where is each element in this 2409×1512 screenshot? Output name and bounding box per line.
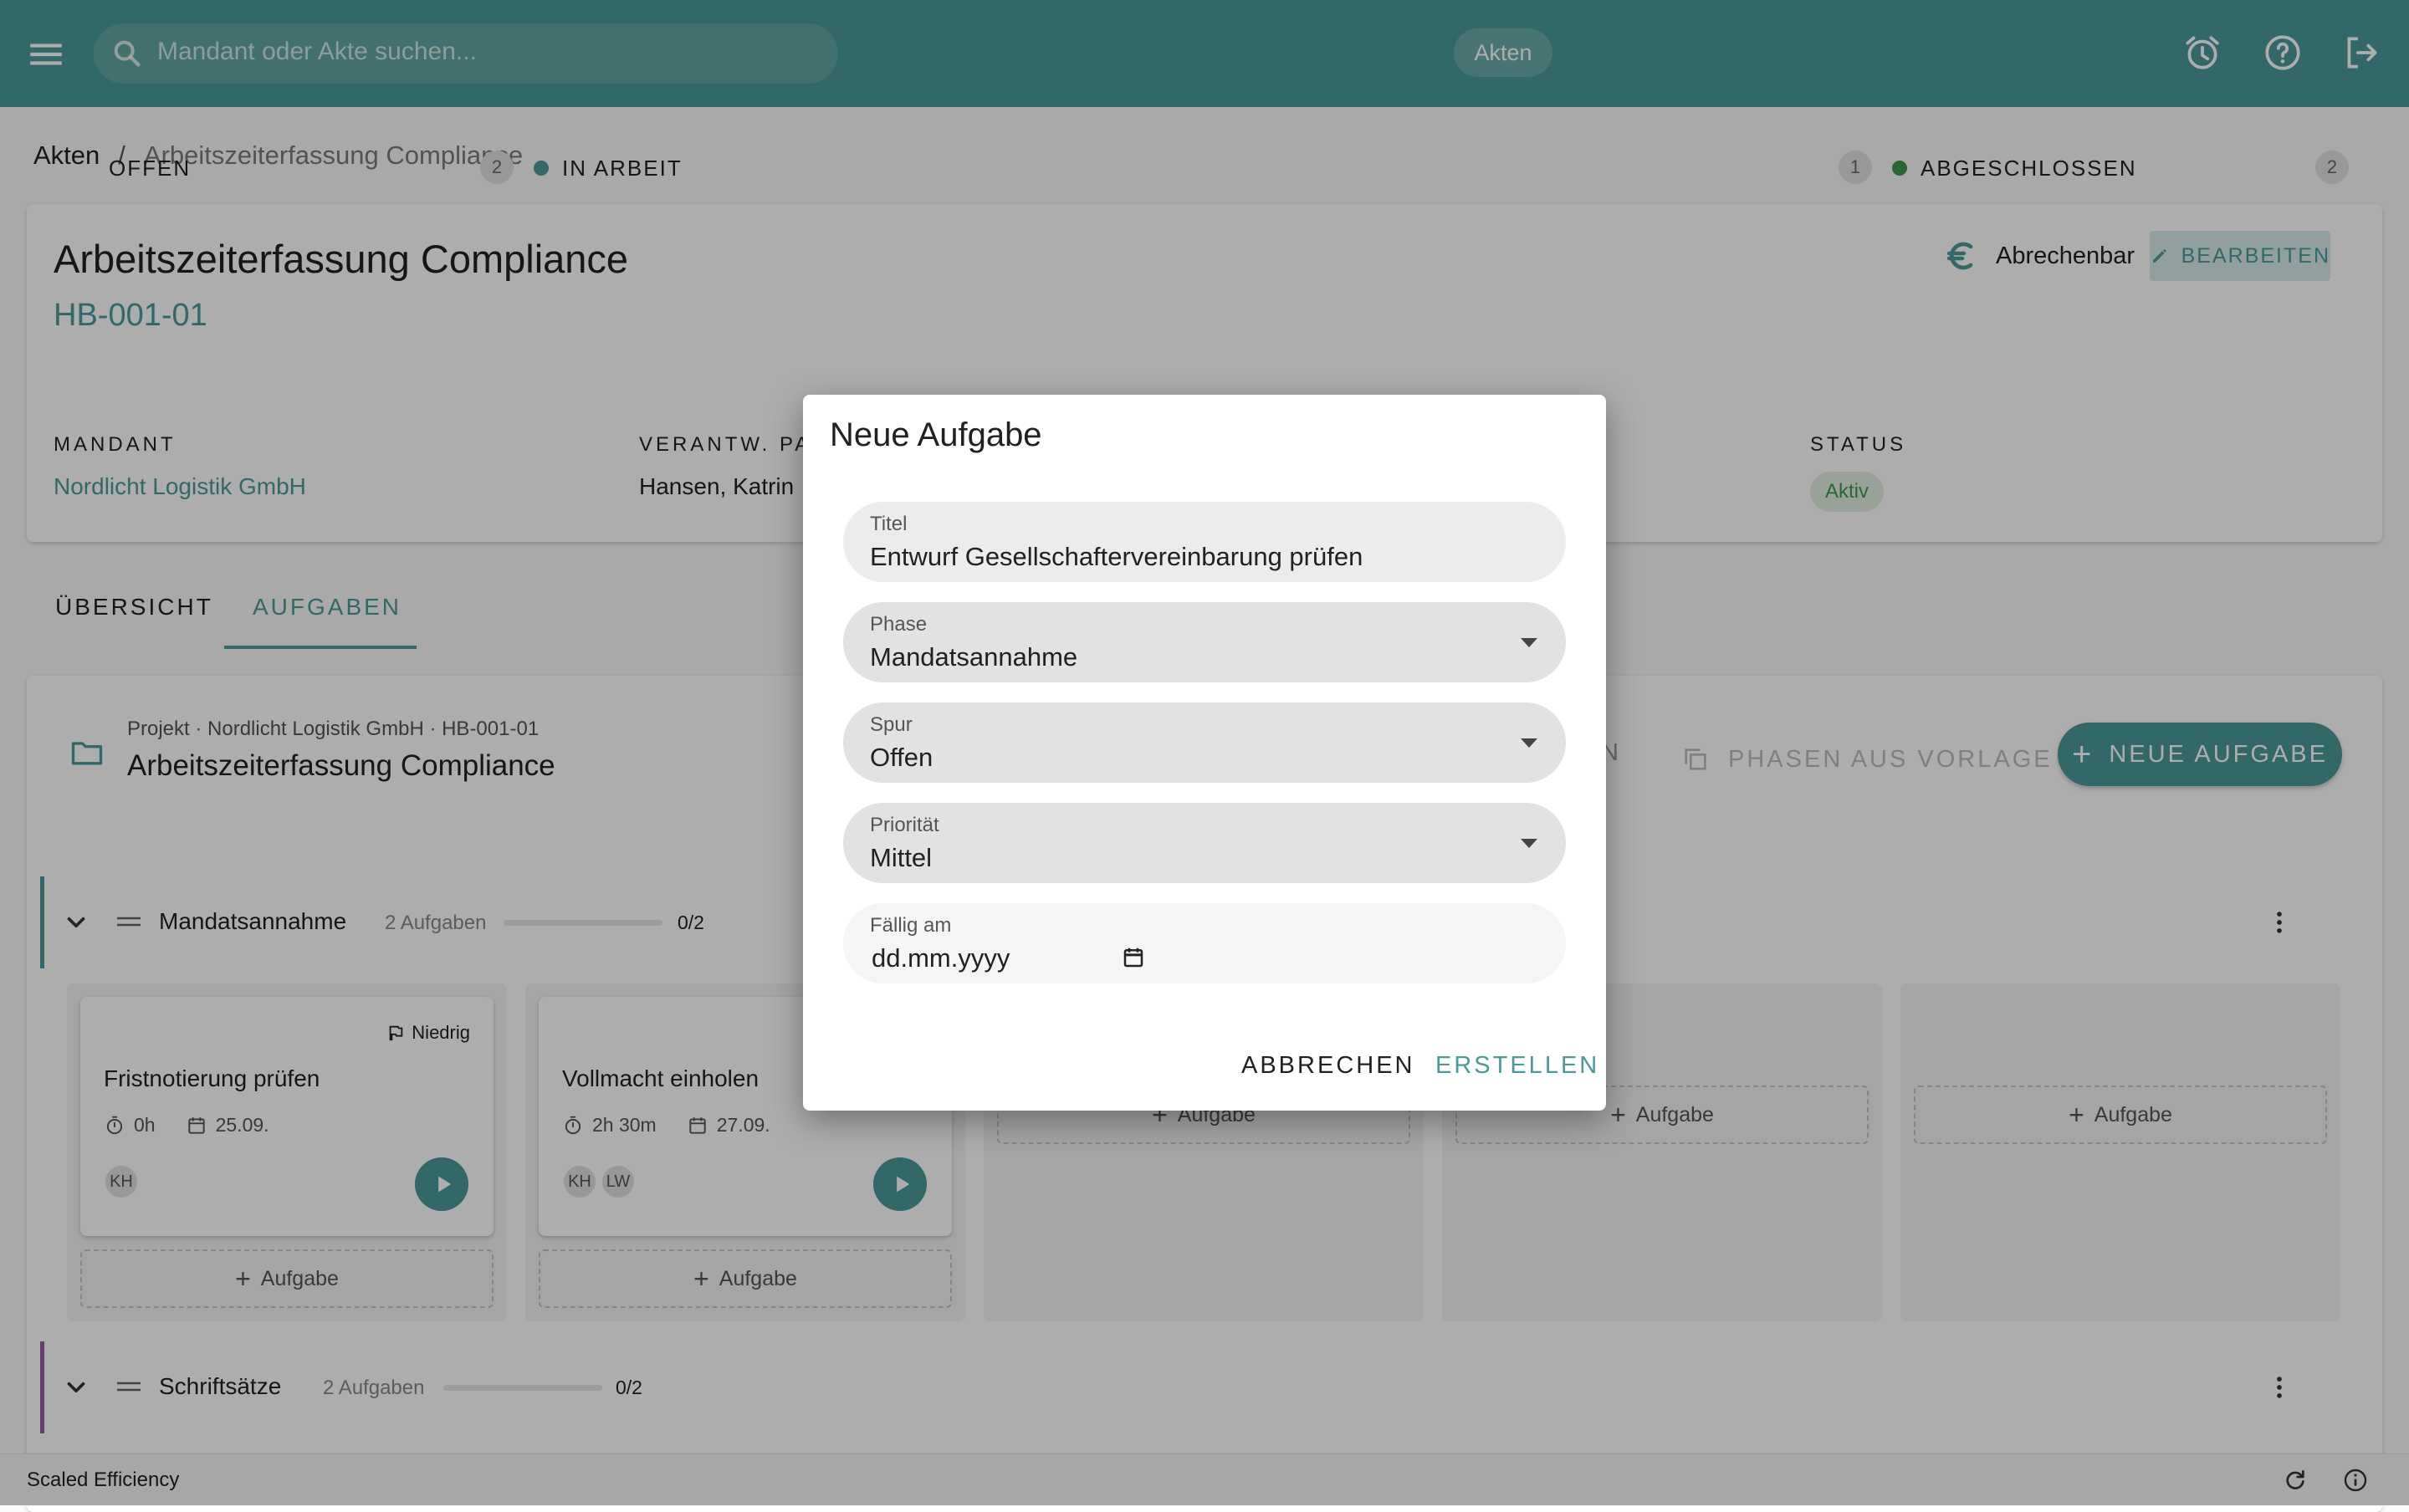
due-date-field[interactable]: Fällig am dd.mm.yyyy [843,903,1566,983]
title-field-label: Titel [870,513,908,535]
phase-select-value: Mandatsannahme [870,642,1078,672]
dropdown-arrow-icon [1517,835,1541,851]
phase-select[interactable]: Phase Mandatsannahme [843,602,1566,682]
lane-select-value: Offen [870,743,933,772]
dialog-title: Neue Aufgabe [830,416,1042,453]
due-date-label: Fällig am [870,914,952,937]
priority-select[interactable]: Priorität Mittel [843,803,1566,883]
create-button[interactable]: ERSTELLEN [1435,1052,1599,1080]
lane-select[interactable]: Spur Offen [843,702,1566,783]
calendar-icon[interactable] [1121,945,1146,970]
lane-select-label: Spur [870,713,913,736]
dropdown-arrow-icon [1517,634,1541,651]
title-field-value[interactable]: Entwurf Gesellschaftervereinbarung prüfe… [870,542,1363,572]
priority-select-label: Priorität [870,814,939,836]
title-field[interactable]: Titel Entwurf Gesellschaftervereinbarung… [843,502,1566,582]
priority-select-value: Mittel [870,843,933,872]
new-task-dialog: Neue Aufgabe Titel Entwurf Gesellschafte… [803,395,1606,1111]
dropdown-arrow-icon [1517,734,1541,751]
phase-select-label: Phase [870,613,928,636]
due-date-placeholder[interactable]: dd.mm.yyyy [872,943,1010,973]
cancel-button[interactable]: ABBRECHEN [1241,1052,1415,1080]
